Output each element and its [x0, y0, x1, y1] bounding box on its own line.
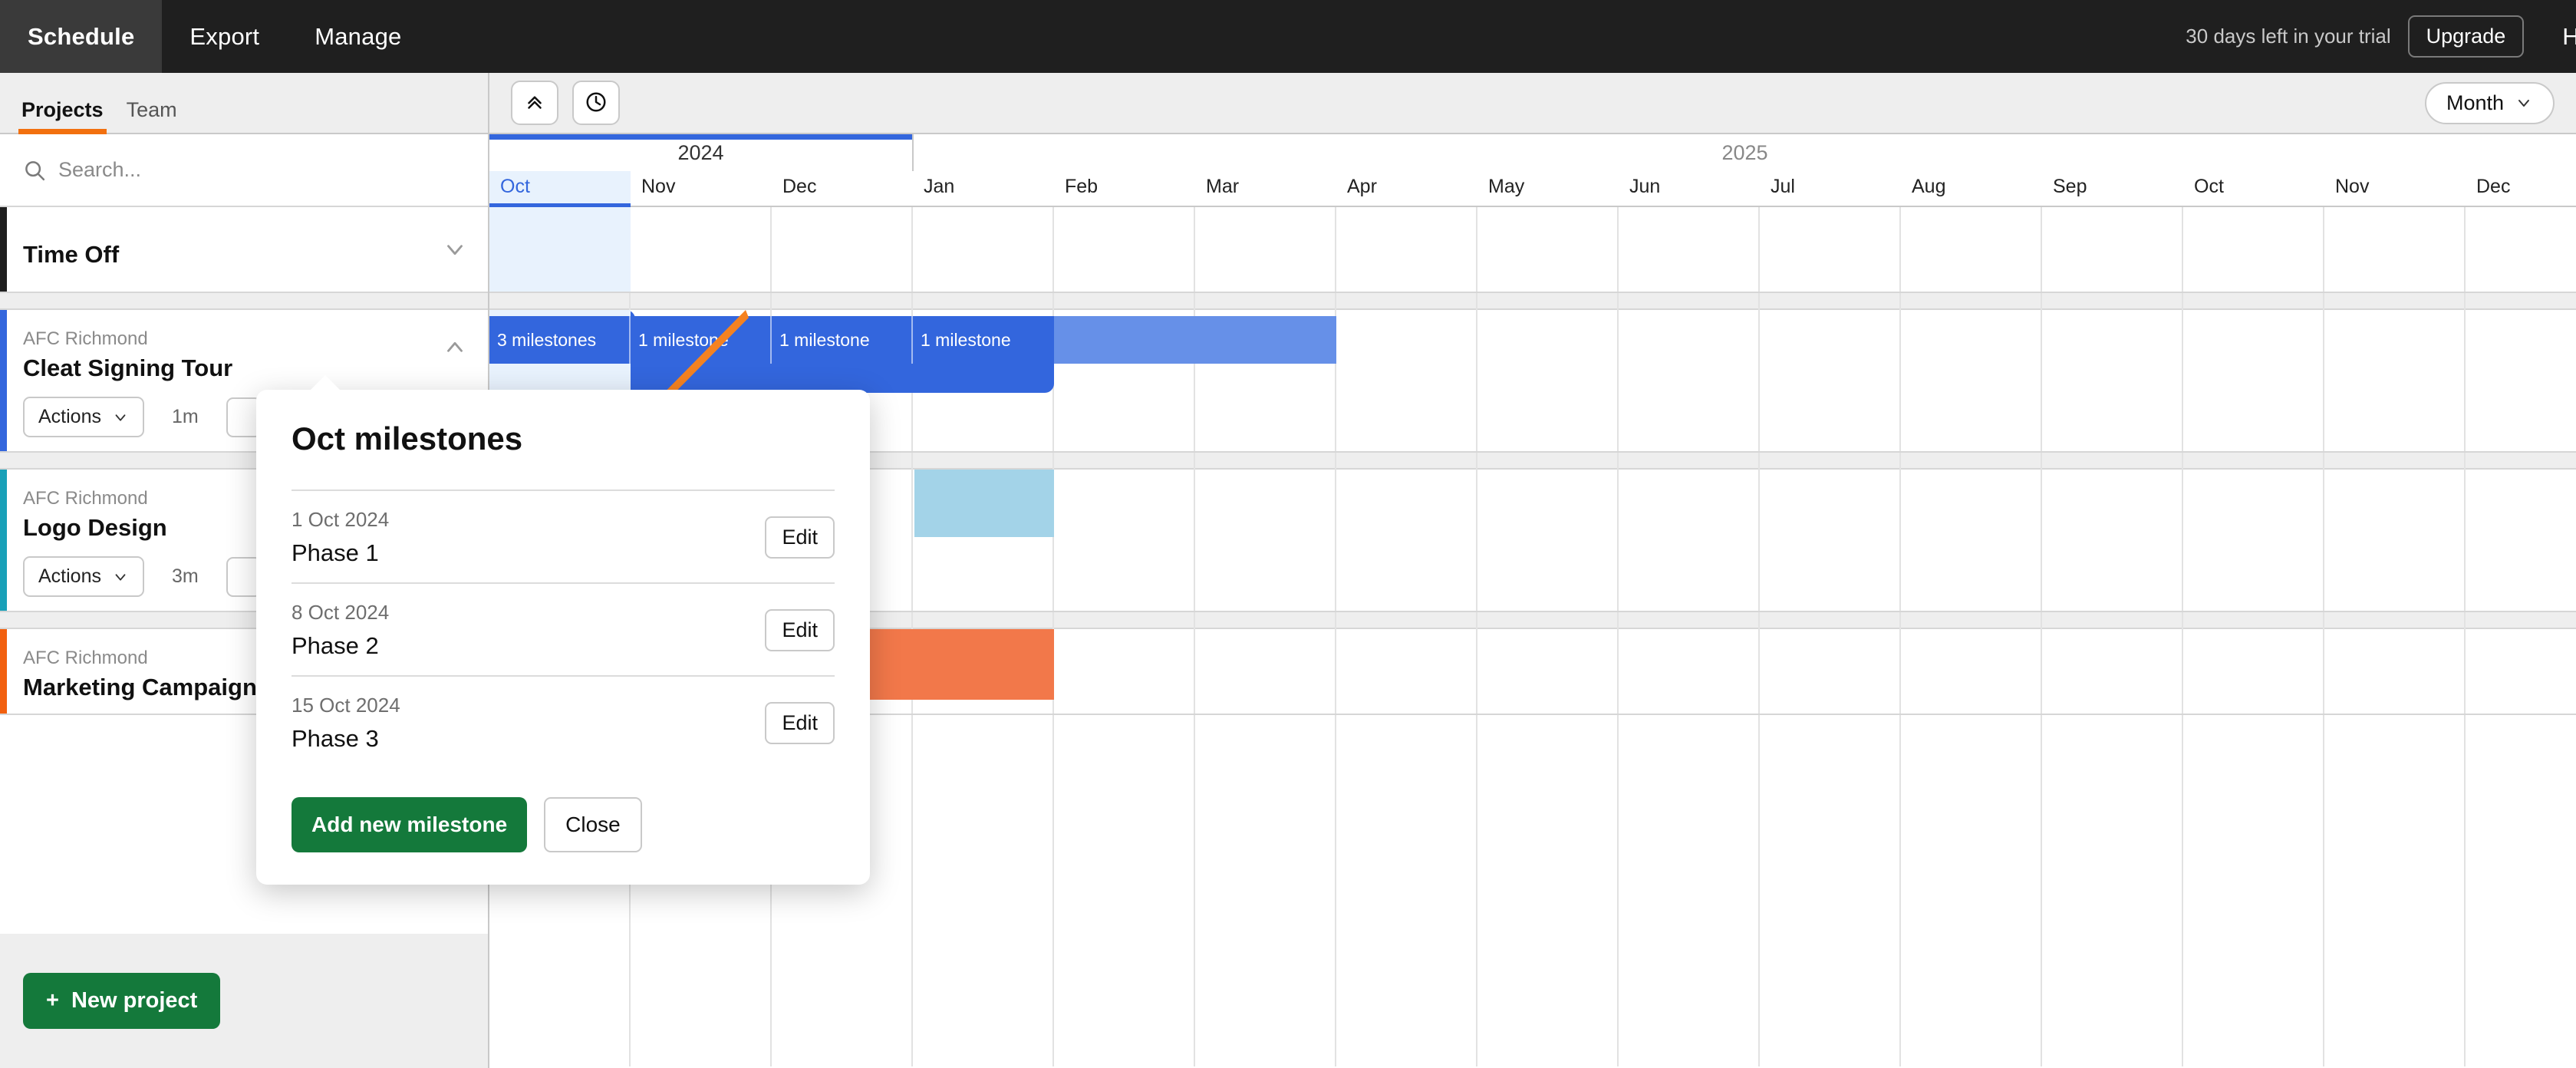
year-label: 2025: [1721, 140, 1768, 164]
chevron-up-icon[interactable]: [437, 330, 473, 365]
chevron-down-icon[interactable]: [437, 232, 473, 267]
year-label: 2024: [677, 140, 724, 164]
chevrons-up-icon: [523, 91, 546, 116]
milestone-info: 8 Oct 2024 Phase 2: [292, 601, 389, 660]
actions-label: Actions: [38, 406, 101, 427]
timeline-row-time-off[interactable]: [489, 207, 2576, 293]
search-row: [0, 134, 488, 207]
trial-status-text: 30 days left in your trial: [2186, 25, 2391, 48]
milestone-row: 15 Oct 2024 Phase 3 Edit: [292, 675, 835, 768]
milestone-date: 15 Oct 2024: [292, 694, 400, 717]
nav-item-schedule[interactable]: Schedule: [0, 0, 163, 73]
nav-item-manage[interactable]: Manage: [287, 0, 429, 73]
new-project-label: New project: [71, 988, 198, 1013]
edit-milestone-button[interactable]: Edit: [765, 609, 835, 651]
milestone-segment[interactable]: 1 milestone: [772, 316, 913, 364]
app-root: Schedule Export Manage 30 days left in y…: [0, 0, 2576, 1068]
modal-footer: Add new milestone Close: [292, 797, 835, 852]
month-header-cell[interactable]: Feb: [1054, 171, 1195, 207]
year-cell-2024: 2024: [489, 134, 914, 171]
chevron-down-icon: [115, 414, 126, 421]
chevron-down-icon: [2518, 100, 2529, 107]
modal-title: Oct milestones: [292, 420, 523, 457]
top-navigation-bar: Schedule Export Manage 30 days left in y…: [0, 0, 2576, 73]
current-month-highlight: [489, 207, 631, 292]
milestone-band-tail[interactable]: [1054, 316, 1336, 364]
row-accent-bar: [0, 310, 7, 451]
sidebar-row-title: Cleat Signing Tour: [23, 354, 233, 382]
help-link[interactable]: Help: [2562, 23, 2576, 51]
tab-projects[interactable]: Projects: [18, 98, 107, 134]
milestone-info: 1 Oct 2024 Phase 1: [292, 508, 389, 567]
sidebar-row-time-off[interactable]: Time Off: [0, 207, 488, 293]
month-header-cell[interactable]: Jul: [1760, 171, 1901, 207]
new-project-zone: + New project: [0, 934, 488, 1068]
month-header-cell[interactable]: Dec: [772, 171, 913, 207]
actions-dropdown-button[interactable]: Actions: [23, 397, 144, 437]
edit-milestone-button[interactable]: Edit: [765, 516, 835, 559]
milestone-name: Phase 2: [292, 632, 379, 659]
row-accent-bar: [0, 629, 7, 714]
month-header-cell[interactable]: Sep: [2042, 171, 2183, 207]
month-header-cell[interactable]: Nov: [2324, 171, 2466, 207]
actions-dropdown-button[interactable]: Actions: [23, 556, 144, 597]
actions-label: Actions: [38, 565, 101, 587]
year-cell-2025: 2025: [914, 134, 2576, 171]
milestone-row: 1 Oct 2024 Phase 1 Edit: [292, 490, 835, 582]
timeline-group-spacer: [489, 293, 2576, 310]
row-accent-bar: [0, 207, 7, 292]
milestone-segment[interactable]: 1 milestone: [913, 316, 1054, 364]
top-nav-right-group: 30 days left in your trial Upgrade Help: [2186, 0, 2576, 73]
zoom-level-dropdown[interactable]: Month: [2424, 81, 2555, 124]
close-modal-button[interactable]: Close: [544, 797, 642, 852]
timeline-toolbar: Month: [489, 73, 2576, 134]
row-accent-bar: [0, 470, 7, 611]
new-project-button[interactable]: + New project: [23, 973, 221, 1029]
month-header-cell[interactable]: Oct: [489, 171, 631, 209]
month-header-cell[interactable]: Jan: [913, 171, 1054, 207]
collapse-all-button[interactable]: [511, 81, 558, 125]
tab-team[interactable]: Team: [127, 98, 177, 133]
milestones-modal: Oct milestones 1 Oct 2024 Phase 1 Edit 8…: [256, 390, 870, 885]
nav-item-export[interactable]: Export: [162, 0, 287, 73]
milestone-name: Phase 3: [292, 725, 379, 752]
month-header-cell[interactable]: Nov: [631, 171, 772, 207]
sidebar-group-spacer: [0, 293, 488, 310]
upgrade-button[interactable]: Upgrade: [2407, 15, 2525, 58]
month-header-cell[interactable]: Apr: [1336, 171, 1477, 207]
plus-icon: +: [46, 988, 59, 1013]
milestone-name: Phase 1: [292, 539, 379, 566]
sidebar-row-client: AFC Richmond: [23, 328, 148, 349]
sidebar-row-title: Time Off: [23, 241, 120, 268]
clock-icon: [585, 91, 608, 116]
month-header-cell[interactable]: Dec: [2466, 171, 2576, 207]
row-duration: 1m: [171, 406, 199, 427]
month-header-cell[interactable]: Aug: [1901, 171, 2042, 207]
month-header-cell[interactable]: Mar: [1195, 171, 1336, 207]
top-nav-items: Schedule Export Manage: [0, 0, 429, 73]
timeline-year-header: 2024 2025: [489, 134, 2576, 171]
month-header-cell[interactable]: May: [1477, 171, 1619, 207]
add-new-milestone-button[interactable]: Add new milestone: [292, 797, 528, 852]
modal-pointer-arrow: [308, 375, 342, 392]
year-accent-bar: [489, 134, 912, 140]
task-bar-logo-design[interactable]: [914, 470, 1054, 537]
edit-milestone-button[interactable]: Edit: [765, 702, 835, 744]
sidebar-tabs: Projects Team: [0, 73, 488, 134]
chevron-down-icon: [115, 573, 126, 581]
milestone-date: 1 Oct 2024: [292, 508, 390, 531]
milestone-row: 8 Oct 2024 Phase 2 Edit: [292, 582, 835, 675]
month-header-cell[interactable]: Jun: [1619, 171, 1760, 207]
row-duration: 3m: [171, 565, 199, 587]
search-icon: [23, 159, 46, 182]
month-header-cell[interactable]: Oct: [2183, 171, 2324, 207]
zoom-level-label: Month: [2446, 91, 2504, 114]
timeline-month-header: Oct Nov Dec Jan Feb Mar Apr May Jun Jul Aug Sep Oct N…: [489, 171, 2576, 209]
time-tracking-button[interactable]: [572, 81, 620, 125]
search-input[interactable]: [58, 158, 380, 182]
milestone-date: 8 Oct 2024: [292, 601, 390, 624]
milestone-info: 15 Oct 2024 Phase 3: [292, 694, 400, 753]
